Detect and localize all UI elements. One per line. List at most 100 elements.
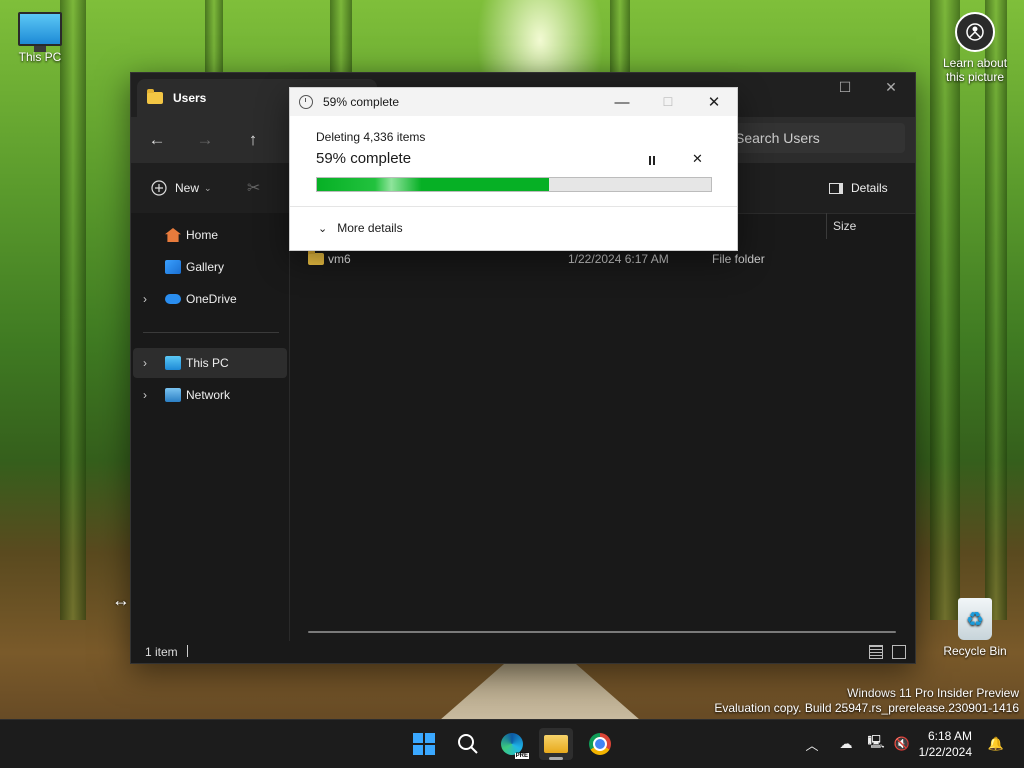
camera-info-icon [955, 12, 995, 52]
search-placeholder: Search Users [735, 130, 820, 146]
bamboo-stalk [985, 0, 1007, 620]
details-label: Details [851, 181, 888, 195]
search-icon [458, 734, 478, 754]
tab-title: Users [173, 91, 207, 105]
more-details-label: More details [337, 221, 403, 235]
spotlight-icon [966, 23, 984, 41]
edge-badge: PRE [514, 753, 529, 759]
volume-muted-icon[interactable]: 🔇 [892, 734, 912, 754]
pause-icon [649, 155, 655, 165]
row-date: 1/22/2024 6:17 AM [568, 252, 669, 266]
chrome-icon [589, 733, 611, 755]
table-row[interactable]: vm6 1/22/2024 6:17 AM File folder [306, 249, 906, 269]
clock-date: 1/22/2024 [918, 745, 972, 759]
file-list: Size vm6 1/22/2024 6:17 AM File folder [290, 213, 915, 641]
chevron-right-icon[interactable]: › [143, 356, 147, 370]
row-name: vm6 [328, 252, 351, 266]
sidebar-item-label: OneDrive [186, 292, 237, 306]
forward-button[interactable]: → [191, 127, 219, 153]
horizontal-scrollbar[interactable] [308, 631, 896, 633]
folder-icon [147, 89, 163, 104]
maximize-button[interactable]: ☐ [645, 88, 691, 116]
navigation-pane: Home Gallery › OneDrive › This PC › Netw… [131, 213, 290, 641]
sidebar-divider [143, 332, 279, 333]
more-details-button[interactable]: ⌄ More details [318, 221, 403, 235]
desktop-icon-label: this picture [945, 70, 1005, 84]
chevron-up-icon[interactable]: ︿ [802, 734, 822, 754]
plus-circle-icon [151, 180, 167, 196]
folder-icon [544, 735, 568, 753]
recycle-bin-icon: ♻ [958, 598, 992, 640]
monitor-icon [165, 356, 181, 370]
item-count: 1 item [145, 645, 178, 659]
sidebar-item-onedrive[interactable]: › OneDrive [133, 284, 287, 314]
operation-label: Deleting 4,336 items [316, 130, 426, 144]
minimize-button[interactable]: — [599, 88, 645, 116]
bamboo-stalk [930, 0, 960, 620]
new-button[interactable]: New ⌄ [151, 175, 212, 201]
maximize-button[interactable]: ☐ [822, 73, 868, 101]
desktop-icon-this-pc[interactable]: This PC [0, 12, 80, 64]
home-icon [165, 228, 181, 242]
desktop-icon-label: Recycle Bin [943, 644, 1007, 658]
bamboo-stalk [60, 0, 86, 620]
details-view-icon[interactable] [869, 645, 883, 659]
search-input[interactable]: Search Users [725, 123, 905, 153]
chevron-down-icon: ⌄ [204, 182, 212, 193]
notification-bell-icon[interactable]: 🔔 [986, 734, 1006, 754]
details-pane-button[interactable]: Details [829, 175, 888, 201]
desktop-icon-label: Learn about [942, 56, 1008, 70]
sidebar-item-network[interactable]: › Network [133, 380, 287, 410]
sidebar-item-label: Gallery [186, 260, 225, 274]
column-header-size[interactable]: Size [826, 213, 913, 239]
dialog-divider [290, 206, 737, 207]
taskbar-clock[interactable]: 6:18 AM 1/22/2024 [919, 728, 972, 760]
details-pane-icon [829, 182, 843, 194]
cut-button[interactable]: ✂ [247, 175, 260, 201]
chrome-center [593, 737, 607, 751]
cancel-button[interactable]: ✕ [692, 151, 703, 167]
search-button[interactable] [451, 728, 485, 760]
watermark-line: Windows 11 Pro Insider Preview [847, 686, 1019, 700]
monitor-icon [18, 12, 62, 52]
desktop-icon-label: This PC [18, 50, 62, 64]
sidebar-item-this-pc[interactable]: › This PC [133, 348, 287, 378]
tiles-view-icon[interactable] [892, 645, 906, 659]
cloud-offline-icon[interactable]: ☁ [836, 734, 856, 754]
folder-icon [308, 250, 324, 265]
network-icon [165, 388, 181, 402]
desktop-icon-recycle-bin[interactable]: ♻ Recycle Bin [935, 598, 1015, 658]
pause-button[interactable] [644, 152, 660, 168]
taskbar-app-chrome[interactable] [583, 728, 617, 760]
watermark-line: Evaluation copy. Build 25947.rs_prerelea… [714, 701, 1019, 715]
status-separator [187, 645, 188, 657]
chevron-right-icon[interactable]: › [143, 388, 147, 402]
clock-icon [299, 95, 313, 109]
column-header-label: Size [833, 219, 857, 233]
chevron-right-icon[interactable]: › [143, 292, 147, 306]
dialog-title: 59% complete [323, 95, 400, 109]
taskbar-app-edge[interactable]: PRE [495, 728, 529, 760]
back-button[interactable]: ← [143, 127, 171, 153]
resize-cursor-icon: ↔ [112, 590, 130, 610]
gallery-icon [165, 260, 181, 274]
desktop-icon-learn-about-picture[interactable]: Learn about this picture [935, 12, 1015, 84]
network-status-icon[interactable]: 🖳 [866, 734, 886, 754]
edge-icon: PRE [501, 733, 529, 759]
sidebar-item-label: This PC [186, 356, 229, 370]
sidebar-item-label: Home [186, 228, 219, 242]
clock-time: 6:18 AM [927, 729, 972, 743]
up-button[interactable]: ↑ [239, 127, 267, 153]
start-button[interactable] [407, 728, 441, 760]
cloud-icon [165, 294, 181, 304]
chevron-down-icon: ⌄ [318, 222, 328, 235]
taskbar-app-file-explorer[interactable] [539, 728, 573, 760]
sidebar-item-home[interactable]: Home [133, 220, 287, 250]
sidebar-item-gallery[interactable]: Gallery [133, 252, 287, 282]
close-button[interactable]: ✕ [691, 88, 737, 116]
progress-bar-fill [317, 178, 550, 191]
evaluation-watermark: Windows 11 Pro Insider Preview Evaluatio… [714, 686, 1019, 716]
close-button[interactable]: ✕ [868, 73, 914, 101]
progress-percent: 59% complete [316, 150, 412, 167]
dialog-titlebar: 59% complete — ☐ ✕ [290, 88, 737, 116]
